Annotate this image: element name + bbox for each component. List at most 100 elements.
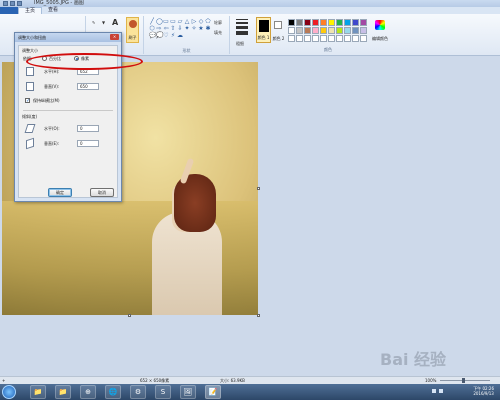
brush-button[interactable]: 刷子 bbox=[126, 17, 139, 43]
size-icon[interactable] bbox=[236, 19, 248, 37]
file-menu-button[interactable] bbox=[0, 7, 18, 14]
color-swatch[interactable] bbox=[360, 27, 367, 34]
color-swatch[interactable] bbox=[296, 35, 303, 42]
color1-button[interactable]: 颜色 1 bbox=[256, 17, 271, 43]
title-bar: IMG_5005.JPG - 画图 bbox=[0, 0, 500, 7]
shape-option[interactable]: ★ bbox=[198, 26, 204, 32]
start-button[interactable] bbox=[2, 385, 16, 399]
color-swatch[interactable] bbox=[336, 27, 343, 34]
skew-vertical-input[interactable]: 0 bbox=[77, 140, 99, 147]
color-swatch[interactable] bbox=[360, 35, 367, 42]
woman-hair bbox=[174, 174, 216, 232]
quick-access-toolbar bbox=[3, 1, 22, 6]
color-swatch[interactable] bbox=[344, 19, 351, 26]
outline-button[interactable]: 轮廓 bbox=[214, 20, 222, 26]
color-wheel-icon bbox=[375, 20, 385, 30]
system-tray bbox=[432, 389, 443, 393]
resize-section-label: 调整大小 bbox=[22, 48, 38, 53]
taskbar-app-button[interactable]: 🖼 bbox=[180, 385, 196, 399]
zoom-level: 100% bbox=[425, 378, 437, 383]
taskbar-app-button[interactable]: ⚙ bbox=[130, 385, 146, 399]
shape-option[interactable]: ✱ bbox=[205, 26, 211, 32]
shape-option[interactable]: ✧ bbox=[191, 26, 197, 32]
color-swatch[interactable] bbox=[320, 27, 327, 34]
color-swatch[interactable] bbox=[344, 27, 351, 34]
text-tool-icon[interactable]: A bbox=[112, 18, 118, 27]
shape-option[interactable]: ✦ bbox=[184, 26, 190, 32]
color-swatch[interactable] bbox=[312, 27, 319, 34]
color-swatch[interactable] bbox=[344, 35, 351, 42]
color-swatch[interactable] bbox=[320, 19, 327, 26]
color-swatch[interactable] bbox=[328, 19, 335, 26]
color-swatch[interactable] bbox=[328, 27, 335, 34]
zoom-slider-track[interactable] bbox=[440, 380, 490, 381]
dialog-title-bar[interactable]: 调整大小和扭曲 × bbox=[15, 33, 121, 42]
cancel-button[interactable]: 取消 bbox=[90, 188, 114, 197]
shape-option[interactable]: ♡ bbox=[163, 33, 169, 39]
dialog-separator bbox=[23, 110, 113, 111]
shape-option[interactable]: ⚡ bbox=[170, 33, 176, 39]
color-swatch[interactable] bbox=[304, 19, 311, 26]
size-label: 粗细 bbox=[236, 41, 244, 46]
color-swatch[interactable] bbox=[352, 27, 359, 34]
color-swatch[interactable] bbox=[352, 35, 359, 42]
taskbar: 📁 📁 ⊕ 🌐 ⚙ S 🖼 📝 下午 02:26 2016/9/13 bbox=[0, 384, 500, 400]
network-icon[interactable] bbox=[432, 389, 436, 393]
canvas-resize-handle-corner[interactable] bbox=[257, 314, 260, 317]
color-swatch[interactable] bbox=[304, 35, 311, 42]
color-swatch[interactable] bbox=[352, 19, 359, 26]
skew-horizontal-input[interactable]: 0 bbox=[77, 125, 99, 132]
color-swatch[interactable] bbox=[328, 35, 335, 42]
dialog-title: 调整大小和扭曲 bbox=[18, 35, 46, 40]
color-swatch[interactable] bbox=[288, 19, 295, 26]
color-swatch[interactable] bbox=[288, 35, 295, 42]
shape-option[interactable]: ☁ bbox=[177, 33, 183, 39]
save-icon[interactable] bbox=[3, 1, 8, 6]
taskbar-app-button[interactable]: 🌐 bbox=[105, 385, 121, 399]
shapes-gallery: ╱ ◯ ▭ ▭ ▱ △ ▷ ◇ ⬠ ⬡ ⇨ ⇦ ⇧ ⇩ ✦ ✧ ★ ✱ 💬 💭 ♡ ⚡ ☁ bbox=[149, 19, 211, 39]
volume-icon[interactable] bbox=[439, 389, 443, 393]
zoom-slider-thumb[interactable] bbox=[462, 378, 465, 383]
status-bar: + 652 × 650像素 大小: 63.9KB 100% bbox=[0, 376, 500, 384]
add-icon: + bbox=[2, 378, 6, 383]
redo-icon[interactable] bbox=[17, 1, 22, 6]
pencil-icon[interactable]: ✎ bbox=[92, 20, 95, 25]
taskbar-app-button[interactable]: ⊕ bbox=[80, 385, 96, 399]
taskbar-app-button[interactable]: 📝 bbox=[205, 385, 221, 399]
ok-button[interactable]: 确定 bbox=[48, 188, 72, 197]
fill-button[interactable]: 填充 bbox=[214, 30, 222, 36]
fill-icon[interactable]: ▼ bbox=[102, 20, 105, 25]
taskbar-app-button[interactable]: S bbox=[155, 385, 171, 399]
taskbar-app-button[interactable]: 📁 bbox=[30, 385, 46, 399]
dialog-close-button[interactable]: × bbox=[110, 34, 119, 40]
ribbon-tabs: 主页 查看 bbox=[0, 6, 500, 15]
color-swatch[interactable] bbox=[312, 35, 319, 42]
color-swatch[interactable] bbox=[336, 19, 343, 26]
tab-view[interactable]: 查看 bbox=[42, 7, 64, 14]
color-swatch[interactable] bbox=[360, 19, 367, 26]
color-swatch[interactable] bbox=[288, 27, 295, 34]
taskbar-app-button[interactable]: 📁 bbox=[55, 385, 71, 399]
undo-icon[interactable] bbox=[10, 1, 15, 6]
color-swatch[interactable] bbox=[320, 35, 327, 42]
clock-date: 2016/9/13 bbox=[473, 391, 494, 396]
shape-option[interactable]: 💬 bbox=[149, 33, 156, 39]
vertical-input[interactable]: 650 bbox=[77, 83, 99, 90]
skew-vertical-label: 垂直(E): bbox=[44, 141, 59, 146]
keep-ratio-checkbox[interactable]: ✓ bbox=[25, 98, 30, 104]
clock[interactable]: 下午 02:26 2016/9/13 bbox=[473, 386, 494, 396]
color-swatch[interactable] bbox=[336, 35, 343, 42]
brush-icon bbox=[129, 20, 137, 28]
color2-button[interactable]: 颜色 2 bbox=[272, 17, 285, 43]
color-swatch[interactable] bbox=[304, 27, 311, 34]
color1-label: 颜色 1 bbox=[257, 35, 270, 40]
color-swatch[interactable] bbox=[296, 27, 303, 34]
keep-ratio-label: 保持纵横比(M) bbox=[33, 98, 60, 103]
color-swatch[interactable] bbox=[312, 19, 319, 26]
edit-colors-button[interactable]: 编辑颜色 bbox=[372, 17, 388, 43]
watermark: Bai 经验 bbox=[380, 350, 447, 369]
shape-option[interactable]: 💭 bbox=[156, 33, 163, 39]
canvas-resize-handle-bottom[interactable] bbox=[128, 314, 131, 317]
canvas-resize-handle-right[interactable] bbox=[257, 187, 260, 190]
color-swatch[interactable] bbox=[296, 19, 303, 26]
